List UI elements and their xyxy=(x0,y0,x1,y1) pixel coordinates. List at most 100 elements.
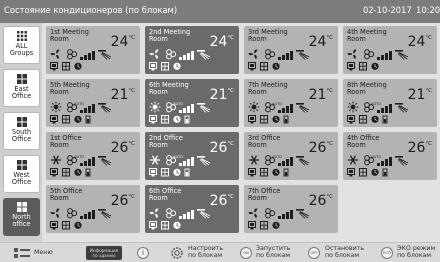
unit-tile[interactable]: 7th Meeting Room 21°C AUTO xyxy=(244,79,338,127)
heat-mode-icon xyxy=(149,101,161,113)
sidebar-item-north-office[interactable]: North office xyxy=(3,198,40,236)
setup-by-blocks-button[interactable]: Настроить по блокам xyxy=(188,245,223,260)
cool-mode-icon xyxy=(150,155,160,165)
filter-icon xyxy=(161,168,169,177)
fan-auto-label: AUTO xyxy=(173,155,183,159)
fan-mode-icon xyxy=(347,49,357,60)
temperature-unit: °C xyxy=(326,88,333,94)
unit-name: 4th Office Room xyxy=(347,134,380,149)
power-off-icon[interactable]: OFF xyxy=(308,247,320,259)
group-icon xyxy=(16,117,27,127)
filter-icon xyxy=(62,115,70,124)
remote-lock-icon xyxy=(149,221,157,230)
unit-temperature: 26°C xyxy=(111,137,135,155)
sidebar-item-label: ALL Groups xyxy=(9,42,34,58)
fan-level-bars-icon xyxy=(278,210,293,219)
eco-icon[interactable]: ECO xyxy=(381,247,393,259)
temperature-unit: °C xyxy=(425,35,432,41)
cool-mode-icon xyxy=(51,155,61,165)
unit-tile[interactable]: 5th Office Room 26°C xyxy=(46,185,140,233)
unit-tile[interactable]: 2nd Meeting Room 24°C xyxy=(145,26,239,74)
eco-badge: ECO xyxy=(383,251,391,255)
filter-icon xyxy=(62,62,70,71)
timer-icon xyxy=(272,115,280,123)
unit-tile[interactable]: 6th Meeting Room 21°C AUTO xyxy=(145,79,239,127)
remote-lock-icon xyxy=(248,168,256,177)
fan-auto-label: AUTO xyxy=(74,155,84,159)
unit-tile[interactable]: 7th Office Room 26°C xyxy=(244,185,338,233)
fan-auto-label: AUTO xyxy=(371,102,381,106)
start-by-blocks-button[interactable]: Запустить по блокам xyxy=(256,245,290,260)
unit-temperature: 26°C xyxy=(309,137,333,155)
remote-lock-icon xyxy=(50,221,58,230)
unit-name: 5th Meeting Room xyxy=(50,81,90,96)
fan-mode-icon xyxy=(149,208,159,219)
fan-level-bars-icon xyxy=(377,51,392,60)
unit-temperature: 26°C xyxy=(408,137,432,155)
unit-tile[interactable]: 1st Office Room 26°C AUTO xyxy=(46,132,140,180)
unit-tile[interactable]: 3rd Office Room 26°C AUTO xyxy=(244,132,338,180)
remote-lock-icon xyxy=(347,168,355,177)
unit-temperature: 24°C xyxy=(309,31,333,49)
louver-swing-icon xyxy=(197,156,211,166)
louver-swing-icon xyxy=(197,50,211,60)
timer-icon xyxy=(173,62,181,70)
temperature-unit: °C xyxy=(227,141,234,147)
fan-auto-label: AUTO xyxy=(74,102,84,106)
sidebar-item-west-office[interactable]: West Office xyxy=(3,155,40,193)
unit-tile[interactable]: 5th Meeting Room 21°C AUTO xyxy=(46,79,140,127)
fan-level-bars-icon xyxy=(278,51,293,60)
unit-tile[interactable]: 4th Office Room 26°C AUTO xyxy=(343,132,437,180)
bottom-toolbar: Меню Информация по зданию i Настроить по… xyxy=(0,242,440,262)
unit-function-row xyxy=(347,115,388,124)
temperature-unit: °C xyxy=(227,88,234,94)
unit-temperature: 26°C xyxy=(210,190,234,208)
fan-speed-icon xyxy=(364,49,375,60)
heat-mode-icon xyxy=(50,101,62,113)
unit-status-row: AUTO xyxy=(348,155,409,166)
unit-tile[interactable]: 2nd Office Room 26°C AUTO xyxy=(145,132,239,180)
unit-tile[interactable]: 4th Meeting Room 24°C xyxy=(343,26,437,74)
temperature-unit: °C xyxy=(227,35,234,41)
timer-icon xyxy=(371,62,379,70)
sidebar-item-south-office[interactable]: South Office xyxy=(3,112,40,150)
eco-by-blocks-button[interactable]: ЭКО режим по блокам xyxy=(397,245,435,260)
unit-tile[interactable]: 1st Meeting Room 24°C xyxy=(46,26,140,74)
unit-grid: 1st Meeting Room 24°C 2nd Meeting Room 24°C… xyxy=(46,26,438,240)
fan-mode-icon xyxy=(248,208,258,219)
timer-icon xyxy=(371,115,379,123)
gear-icon[interactable] xyxy=(170,246,184,260)
unit-status-row xyxy=(50,49,112,60)
stop-by-blocks-button[interactable]: Остановить по блокам xyxy=(325,245,364,260)
info-icon[interactable]: i xyxy=(137,247,149,259)
unit-status-row xyxy=(248,49,310,60)
fan-auto-label: AUTO xyxy=(173,102,183,106)
unit-tile[interactable]: 6th Office Room 26°C xyxy=(145,185,239,233)
unit-function-row xyxy=(248,221,280,230)
sidebar-item-east-office[interactable]: East Office xyxy=(3,69,40,107)
unit-function-row xyxy=(347,168,388,177)
temperature-unit: °C xyxy=(425,88,432,94)
cool-mode-icon xyxy=(249,155,259,165)
energy-icon xyxy=(85,168,91,177)
group-icon xyxy=(16,202,27,212)
unit-name: 7th Office Room xyxy=(248,187,281,202)
unit-name: 6th Meeting Room xyxy=(149,81,189,96)
power-on-icon[interactable]: ON xyxy=(240,247,252,259)
unit-temperature: 24°C xyxy=(210,31,234,49)
heat-mode-icon xyxy=(347,101,359,113)
remote-lock-icon xyxy=(248,62,256,71)
remote-lock-icon xyxy=(248,221,256,230)
unit-status-row xyxy=(248,208,310,219)
menu-button[interactable]: Меню xyxy=(34,249,53,257)
unit-tile[interactable]: 8th Meeting Room 21°C AUTO xyxy=(343,79,437,127)
louver-swing-icon xyxy=(98,156,112,166)
building-info-button[interactable]: Информация по зданию xyxy=(86,246,122,260)
unit-status-row xyxy=(149,49,211,60)
unit-tile[interactable]: 3rd Meeting Room 24°C xyxy=(244,26,338,74)
filter-icon xyxy=(359,168,367,177)
date-display: 02-10-2017 xyxy=(363,5,412,15)
menu-icon[interactable] xyxy=(14,248,30,258)
sidebar-item-all-groups[interactable]: ALL Groups xyxy=(3,26,40,64)
unit-function-row xyxy=(50,62,82,71)
